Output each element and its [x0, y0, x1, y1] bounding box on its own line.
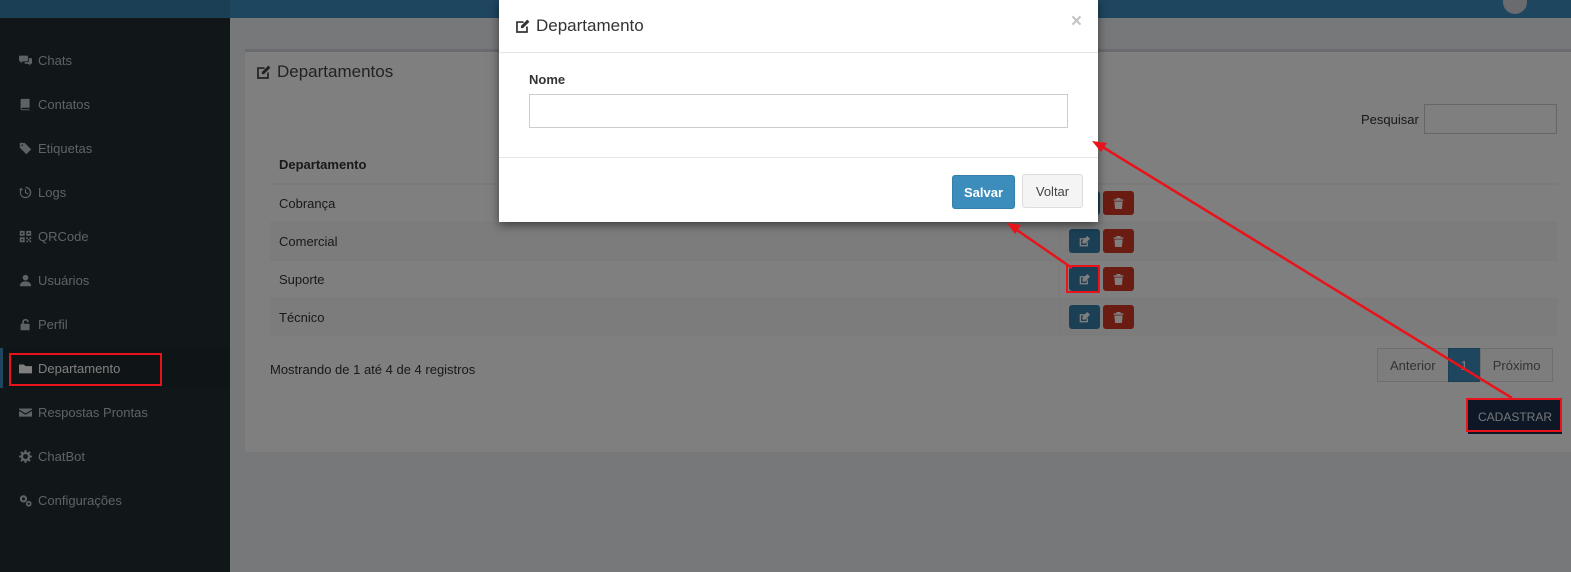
departamento-modal: Departamento × Nome Salvar Voltar [499, 0, 1098, 222]
salvar-button[interactable]: Salvar [952, 175, 1015, 209]
modal-footer: Salvar Voltar [499, 157, 1098, 222]
annotation-highlight-edit [1066, 265, 1100, 293]
annotation-highlight-cadastrar [1466, 398, 1562, 432]
modal-header: Departamento × [499, 0, 1098, 53]
nome-label: Nome [529, 72, 566, 87]
annotation-highlight-departamento [9, 353, 162, 386]
edit-icon [516, 19, 530, 33]
close-icon[interactable]: × [1071, 12, 1082, 31]
nome-input[interactable] [529, 94, 1068, 128]
modal-title: Departamento [514, 16, 644, 36]
voltar-button[interactable]: Voltar [1022, 174, 1083, 208]
modal-title-text: Departamento [536, 16, 644, 35]
